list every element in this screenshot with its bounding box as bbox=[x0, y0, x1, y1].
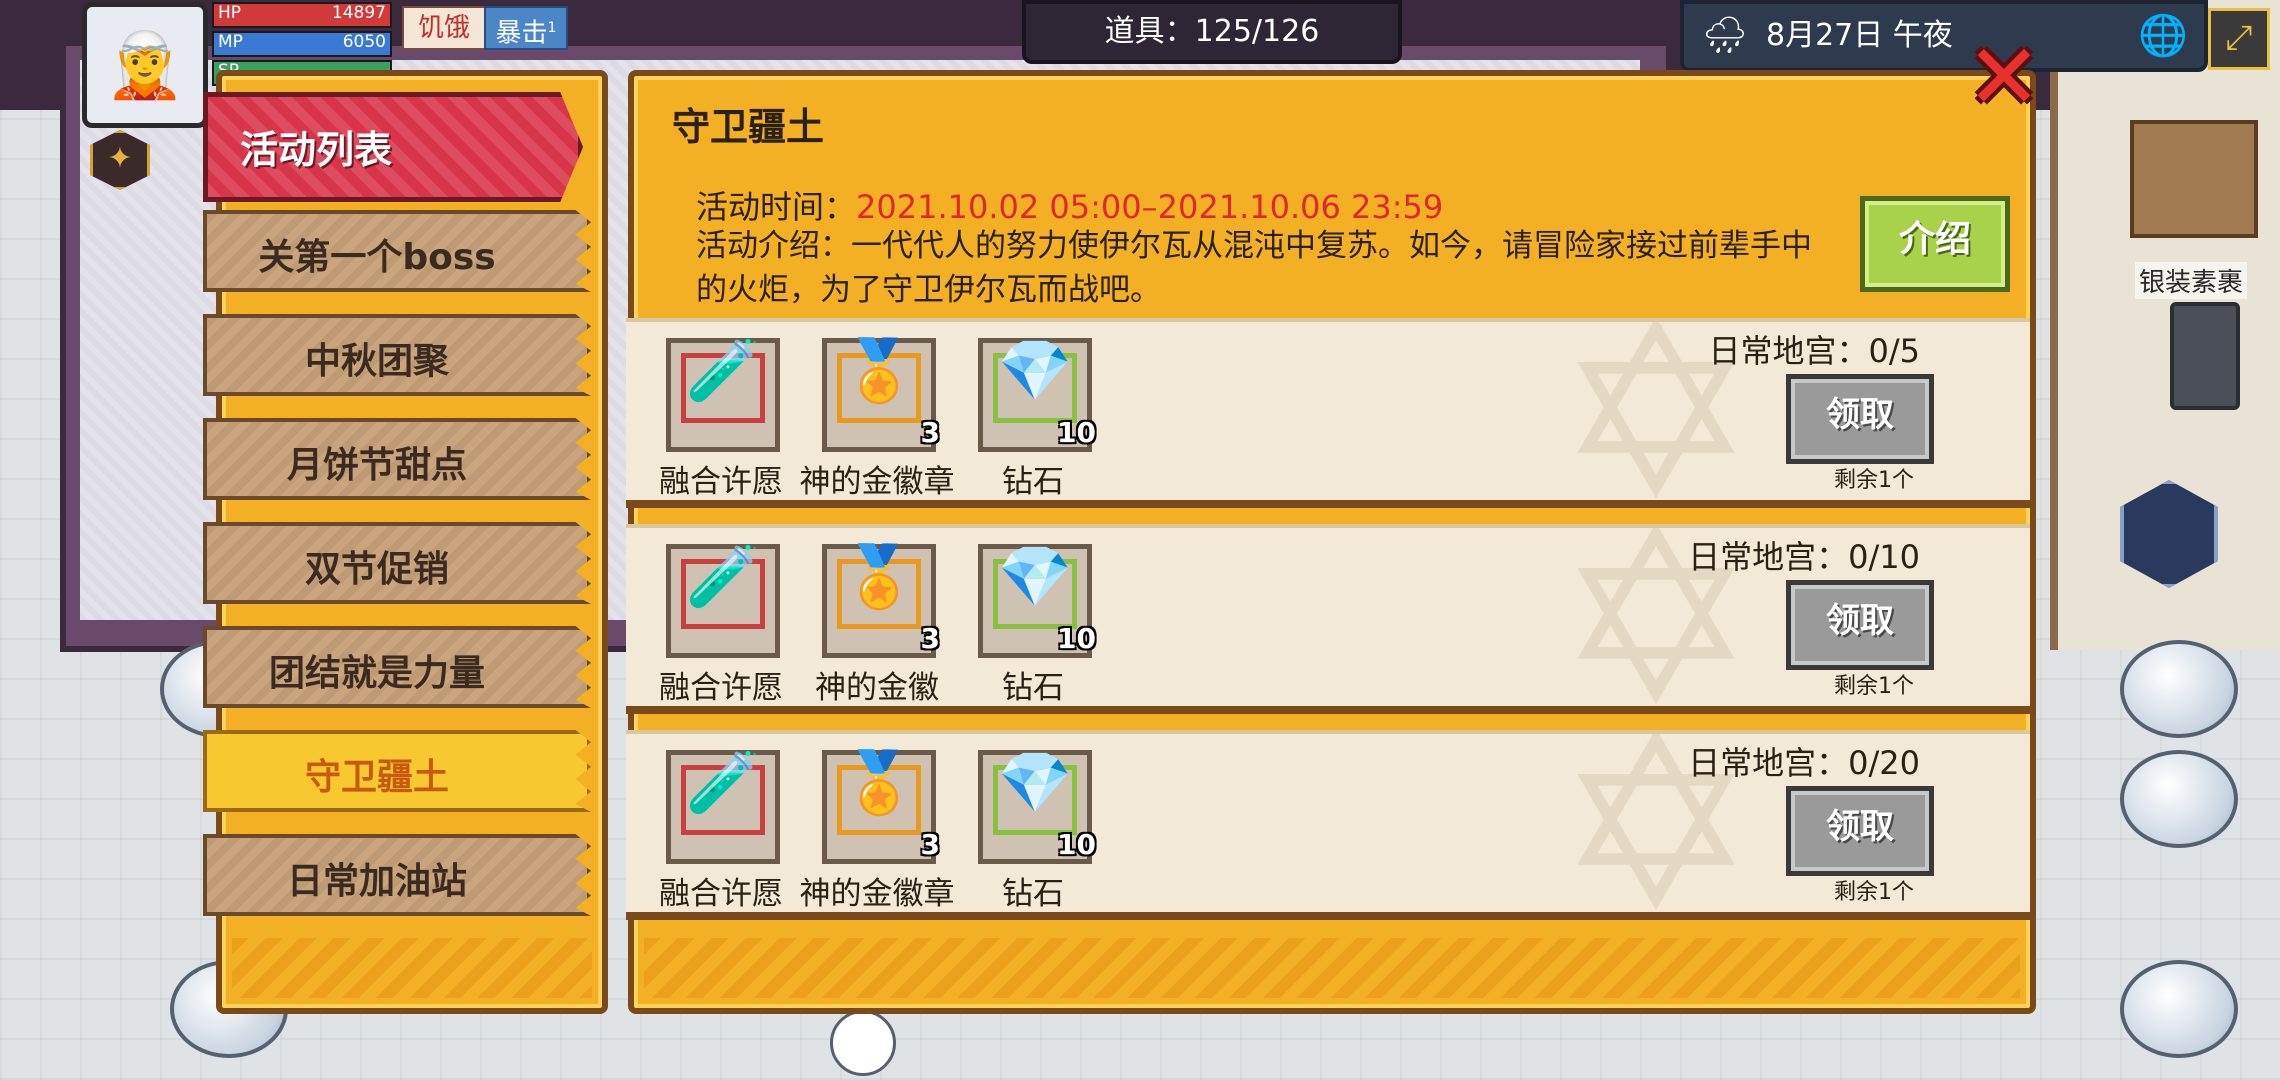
remaining-count: 剩余1个 bbox=[1834, 674, 1914, 699]
hp-value: 14897 bbox=[331, 3, 386, 23]
row-progress: 日常地宫：0/5 bbox=[1708, 332, 1920, 370]
claim-button[interactable]: 领取 bbox=[1786, 786, 1934, 876]
gold-badge-icon: 🏅 bbox=[841, 542, 917, 612]
tab-guard-territory[interactable]: 守卫疆土 bbox=[203, 730, 591, 812]
item-frame: 🏅 bbox=[822, 336, 936, 452]
item-name: 融合许愿 bbox=[659, 670, 783, 706]
panel-trim bbox=[644, 938, 2020, 998]
tab-label: 团结就是力量 bbox=[268, 653, 485, 694]
bottle-icon: 🧪 bbox=[685, 542, 761, 612]
item-name: 神的金徽 bbox=[815, 670, 939, 706]
item-frame: 🏅 bbox=[822, 542, 936, 658]
event-time-value: 2021.10.02 05:00–2021.10.06 23:59 bbox=[856, 188, 1444, 226]
tab-label: 双节促销 bbox=[304, 549, 449, 590]
weather-time-bar[interactable]: 🌧 8月27日 午夜 🌐 bbox=[1680, 0, 2208, 72]
item-frame: 🏅 bbox=[822, 748, 936, 864]
item-quantity: 10 bbox=[1057, 828, 1096, 861]
tab-label: 守卫疆土 bbox=[304, 757, 449, 798]
snowball bbox=[2120, 960, 2238, 1058]
tab-label: 关第一个boss bbox=[258, 237, 496, 278]
intro-button[interactable]: 介绍 bbox=[1860, 196, 2010, 292]
bottle-icon: 🧪 bbox=[685, 748, 761, 818]
item-name: 钻石 bbox=[1002, 464, 1064, 500]
claim-button[interactable]: 领取 bbox=[1786, 374, 1934, 464]
row-progress: 日常地宫：0/20 bbox=[1688, 744, 1920, 782]
panel-trim bbox=[232, 938, 592, 998]
item-quantity: 10 bbox=[1057, 622, 1096, 655]
inventory-counter[interactable]: 道具：125/126 bbox=[1022, 0, 1402, 64]
gold-badge-icon: 🏅 bbox=[841, 748, 917, 818]
phone-icon[interactable] bbox=[2170, 302, 2240, 410]
item-quantity: 3 bbox=[920, 622, 940, 655]
expand-icon[interactable]: ⤢ bbox=[2208, 8, 2270, 70]
row-progress: 日常地宫：0/10 bbox=[1688, 538, 1920, 576]
crit-label: 暴击 bbox=[495, 18, 548, 49]
reward-row: ✡ 🧪 融合许愿 🏅 3 神的金徽章 💎 10 钻石 日常地宫：0/20 领取 … bbox=[626, 730, 2030, 920]
hunger-status-badge[interactable]: 饥饿 bbox=[402, 6, 486, 50]
side-label: 银装素裹 bbox=[2135, 262, 2248, 299]
claim-button[interactable]: 领取 bbox=[1786, 580, 1934, 670]
tab-mid-autumn-reunion[interactable]: 中秋团聚 bbox=[203, 314, 591, 396]
snowball bbox=[2120, 750, 2238, 848]
item-frame: 🧪 bbox=[666, 336, 780, 452]
event-desc-text: 一代代人的努力使伊尔瓦从混沌中复苏。如今，请冒险家接过前辈手中的火炬，为了守卫伊… bbox=[696, 228, 1812, 308]
crit-count: 1 bbox=[547, 20, 557, 36]
bottle-icon: 🧪 bbox=[685, 336, 761, 406]
player-avatar[interactable]: 🧝 bbox=[82, 2, 208, 128]
diamond-icon: 💎 bbox=[997, 748, 1073, 818]
tab-label: 月饼节甜点 bbox=[286, 445, 467, 486]
item-name: 神的金徽章 bbox=[799, 876, 955, 912]
tab-daily-refuel[interactable]: 日常加油站 bbox=[203, 834, 591, 916]
event-time-label: 活动时间： bbox=[696, 188, 857, 226]
reward-row: ✡ 🧪 融合许愿 🏅 3 神的金徽章 💎 10 钻石 日常地宫：0/5 领取 剩… bbox=[626, 318, 2030, 508]
item-name: 钻石 bbox=[1002, 876, 1064, 912]
remaining-count: 剩余1个 bbox=[1834, 468, 1914, 493]
tab-first-boss[interactable]: 关第一个boss bbox=[203, 210, 591, 292]
reward-row: ✡ 🧪 融合许愿 🏅 3 神的金徽 💎 10 钻石 日常地宫：0/10 领取 剩… bbox=[626, 524, 2030, 714]
item-quantity: 3 bbox=[920, 828, 940, 861]
diamond-icon: 💎 bbox=[997, 336, 1073, 406]
tab-double-festival-sale[interactable]: 双节促销 bbox=[203, 522, 591, 604]
rain-cloud-icon: 🌧 bbox=[1702, 15, 1748, 56]
avatar-icon: 🧝 bbox=[105, 28, 185, 103]
item-frame: 🧪 bbox=[666, 542, 780, 658]
item-quantity: 3 bbox=[920, 416, 940, 449]
item-name: 融合许愿 bbox=[659, 464, 783, 500]
hp-bar: HP 14897 bbox=[212, 2, 392, 28]
item-name: 融合许愿 bbox=[659, 876, 783, 912]
activity-list-title: 活动列表 bbox=[240, 128, 393, 172]
tab-unity-is-strength[interactable]: 团结就是力量 bbox=[203, 626, 591, 708]
snowball bbox=[2120, 640, 2238, 738]
event-time: 活动时间：2021.10.02 05:00–2021.10.06 23:59 bbox=[696, 182, 1443, 228]
snowman bbox=[830, 1010, 896, 1076]
remaining-count: 剩余1个 bbox=[1834, 880, 1914, 905]
item-name: 神的金徽章 bbox=[799, 464, 955, 500]
globe-icon[interactable]: 🌐 bbox=[2138, 4, 2188, 68]
mp-value: 6050 bbox=[342, 32, 386, 52]
item-frame: 🧪 bbox=[666, 748, 780, 864]
activity-list-header: 活动列表 bbox=[203, 92, 583, 202]
tab-label: 中秋团聚 bbox=[304, 341, 449, 382]
item-quantity: 10 bbox=[1057, 416, 1096, 449]
date-time: 8月27日 午夜 bbox=[1766, 18, 1953, 53]
tab-mooncake-dessert[interactable]: 月饼节甜点 bbox=[203, 418, 591, 500]
mp-label: MP bbox=[218, 32, 243, 52]
event-description: 活动介绍：一代代人的努力使伊尔瓦从混沌中复苏。如今，请冒险家接过前辈手中的火炬，… bbox=[696, 224, 1836, 312]
event-desc-label: 活动介绍： bbox=[696, 228, 851, 264]
hp-label: HP bbox=[218, 3, 242, 23]
diamond-icon: 💎 bbox=[997, 542, 1073, 612]
crit-status-badge[interactable]: 暴击1 bbox=[484, 6, 568, 50]
close-icon[interactable]: ✕ bbox=[1966, 33, 2042, 123]
tab-label: 日常加油站 bbox=[286, 861, 467, 902]
mp-bar: MP 6050 bbox=[212, 31, 392, 57]
shelf bbox=[2130, 120, 2258, 238]
gold-badge-icon: 🏅 bbox=[841, 336, 917, 406]
item-name: 钻石 bbox=[1002, 670, 1064, 706]
event-title: 守卫疆土 bbox=[672, 105, 825, 149]
